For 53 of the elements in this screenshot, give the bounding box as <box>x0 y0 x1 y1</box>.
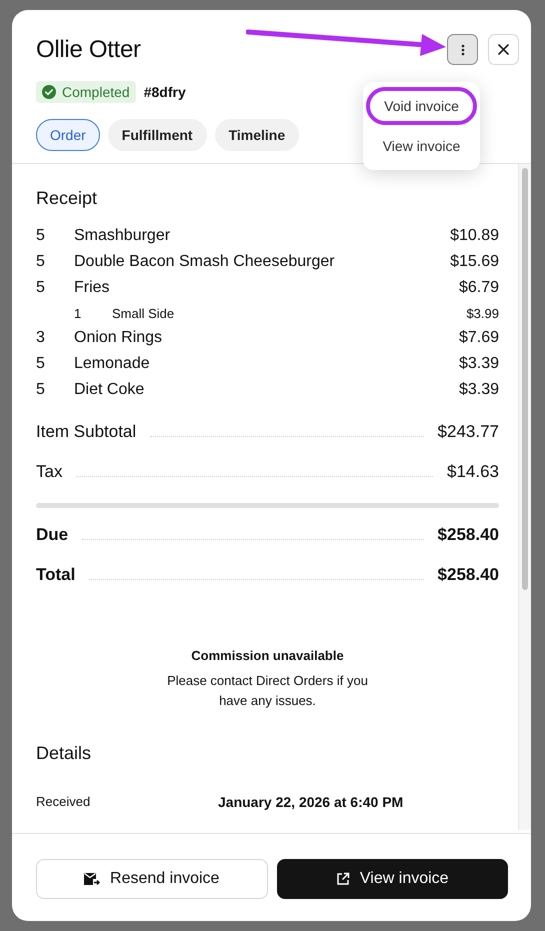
tab[interactable]: Order <box>36 119 100 151</box>
item-price: $15.69 <box>450 252 499 272</box>
total-value: $258.40 <box>438 524 499 546</box>
view-invoice-button[interactable]: View invoice <box>276 859 508 899</box>
notice-text: Please contact Direct Orders if you have any issues. <box>166 672 369 710</box>
tab[interactable]: Timeline <box>214 119 300 151</box>
detail-value: January 22, 2026 at 6:40 PM <box>218 794 404 810</box>
item-name: Fries <box>74 278 111 298</box>
scrollbar[interactable] <box>518 164 531 830</box>
more-icon <box>460 44 464 56</box>
item-name: Onion Rings <box>74 328 164 348</box>
item-quantity: 5 <box>36 226 46 246</box>
item-name: Diet Coke <box>74 380 146 400</box>
item-name: Double Bacon Smash Cheeseburger <box>74 252 336 272</box>
menu-item[interactable]: Void invoice <box>366 87 477 125</box>
section-title: Receipt <box>36 188 98 209</box>
resend-invoice-button[interactable]: Resend invoice <box>36 859 268 899</box>
item-quantity: 5 <box>36 252 46 272</box>
tab[interactable]: Fulfillment <box>108 119 207 151</box>
notice-title: Commission unavailable <box>190 648 345 663</box>
item-price: $10.89 <box>450 226 499 246</box>
menu-item[interactable]: View invoice <box>364 127 478 165</box>
mail-send-icon <box>84 872 100 886</box>
close-button[interactable] <box>488 34 519 65</box>
dialog-title: Ollie Otter <box>36 36 141 64</box>
total-label: Total <box>36 564 76 586</box>
item-quantity: 3 <box>36 328 46 348</box>
subtotal-label: Item Subtotal <box>36 421 136 443</box>
more-button[interactable] <box>447 34 478 65</box>
modifier-price: $3.99 <box>466 305 499 323</box>
item-price: $3.39 <box>458 380 499 400</box>
external-link-icon <box>336 872 350 886</box>
subtotal-label: Tax <box>36 461 62 483</box>
item-quantity: 5 <box>36 380 46 400</box>
item-name: Smashburger <box>74 226 172 246</box>
item-price: $3.39 <box>458 354 499 374</box>
check-circle-icon <box>42 85 56 99</box>
section-title: Details <box>36 743 92 764</box>
subtotal-value: $243.77 <box>438 421 499 443</box>
item-name: Lemonade <box>74 354 151 374</box>
item-price: $7.69 <box>458 328 499 348</box>
modifier-name: Small Side <box>112 305 176 323</box>
subtotal-value: $14.63 <box>447 461 499 483</box>
item-quantity: 5 <box>36 278 46 298</box>
modifier-quantity: 1 <box>74 305 82 323</box>
item-quantity: 5 <box>36 354 46 374</box>
total-label: Due <box>36 524 68 546</box>
total-value: $258.40 <box>438 564 499 586</box>
detail-label: Received <box>36 794 92 810</box>
item-price: $6.79 <box>458 278 499 298</box>
status-badge: Completed <box>36 81 136 103</box>
order-number: #8dfry <box>144 84 186 100</box>
close-icon <box>498 44 509 55</box>
